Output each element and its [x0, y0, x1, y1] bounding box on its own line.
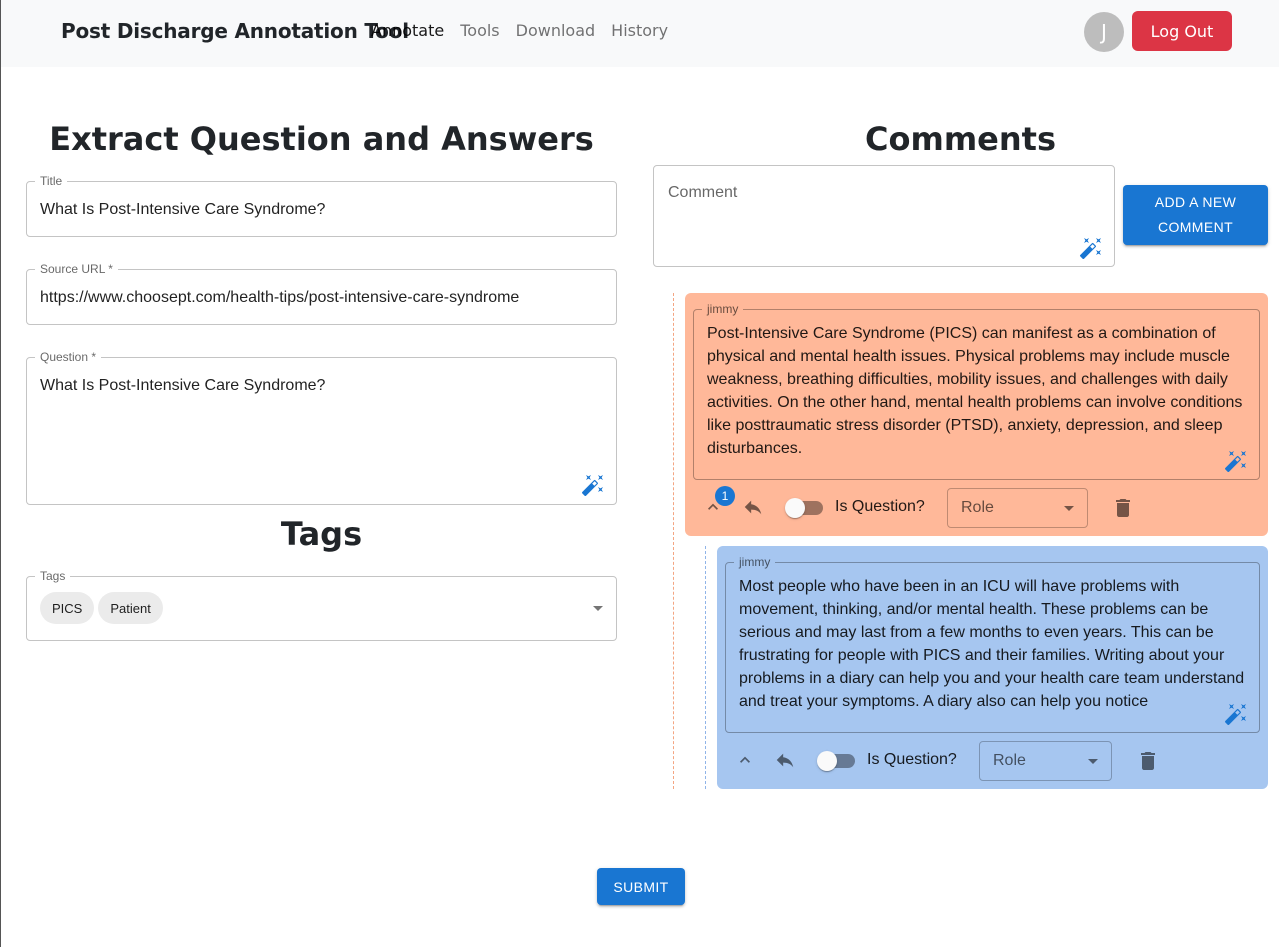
comment-card: jimmy Most people who have been in an IC… [717, 546, 1268, 789]
delete-icon[interactable] [1136, 749, 1160, 773]
magic-wand-icon[interactable] [581, 473, 605, 497]
title-field[interactable]: Title What Is Post-Intensive Care Syndro… [26, 174, 617, 237]
role-select[interactable]: Role [947, 488, 1088, 528]
reply-icon[interactable] [742, 496, 764, 518]
submit-button[interactable]: SUBMIT [597, 868, 685, 905]
thread-line-2 [705, 546, 706, 789]
title-input[interactable]: What Is Post-Intensive Care Syndrome? [40, 200, 325, 220]
comments-heading: Comments [865, 120, 1056, 158]
tag-chip-patient[interactable]: Patient [98, 592, 163, 624]
is-question-toggle[interactable] [785, 498, 823, 518]
brand[interactable]: Post Discharge Annotation Tool [61, 19, 409, 43]
is-question-label: Is Question? [867, 751, 957, 768]
magic-wand-icon[interactable] [1224, 449, 1248, 473]
comment-text[interactable]: Post-Intensive Care Syndrome (PICS) can … [707, 322, 1252, 472]
logout-button[interactable]: Log Out [1132, 11, 1232, 51]
magic-wand-icon[interactable] [1224, 702, 1248, 726]
comment-text-field[interactable]: jimmy Most people who have been in an IC… [725, 555, 1260, 733]
comment-author: jimmy [734, 555, 776, 569]
role-select-value: Role [993, 752, 1026, 769]
source-url-label: Source URL * [35, 262, 118, 276]
tags-heading: Tags [280, 515, 363, 553]
navbar: Post Discharge Annotation Tool Annotate … [1, 0, 1279, 67]
tags-field[interactable]: Tags PICS Patient [26, 569, 617, 641]
comment-placeholder: Comment [668, 184, 738, 201]
nav-link-download[interactable]: Download [516, 21, 596, 40]
question-input[interactable]: What Is Post-Intensive Care Syndrome? [40, 376, 325, 396]
comment-text[interactable]: Most people who have been in an ICU will… [739, 575, 1251, 713]
source-url-field[interactable]: Source URL * https://www.choosept.com/he… [26, 262, 617, 325]
thread-line-1 [673, 293, 674, 789]
comment-input[interactable]: Comment [653, 165, 1115, 267]
role-select-value: Role [961, 499, 994, 516]
add-comment-label-1: ADD A NEW [1154, 194, 1237, 210]
magic-wand-icon[interactable] [1079, 236, 1103, 260]
toggle-knob [785, 498, 805, 518]
tags-dropdown-icon[interactable] [593, 606, 603, 611]
question-label: Question * [35, 350, 102, 364]
tag-chips: PICS Patient [40, 592, 167, 624]
toggle-knob [817, 751, 837, 771]
reply-icon[interactable] [774, 749, 796, 771]
source-url-input[interactable]: https://www.choosept.com/health-tips/pos… [40, 288, 519, 308]
title-label: Title [35, 174, 68, 188]
reply-count-badge: 1 [715, 486, 735, 506]
is-question-toggle[interactable] [817, 751, 855, 771]
avatar[interactable]: J [1084, 12, 1124, 52]
chevron-down-icon [1088, 759, 1098, 764]
nav-link-annotate[interactable]: Annotate [371, 21, 444, 40]
add-comment-button[interactable]: ADD A NEW COMMENT [1123, 185, 1268, 245]
add-comment-label-2: COMMENT [1157, 219, 1234, 235]
comment-card: jimmy Post-Intensive Care Syndrome (PICS… [685, 293, 1268, 536]
is-question-label: Is Question? [835, 498, 925, 515]
chevron-up-icon[interactable] [735, 750, 755, 770]
role-select[interactable]: Role [979, 741, 1112, 781]
chevron-down-icon [1064, 506, 1074, 511]
nav-links: Annotate Tools Download History [371, 21, 684, 40]
extract-heading: Extract Question and Answers [49, 120, 594, 158]
nav-link-tools[interactable]: Tools [460, 21, 499, 40]
comment-author: jimmy [702, 302, 744, 316]
tag-chip-pics[interactable]: PICS [40, 592, 95, 624]
comment-text-field[interactable]: jimmy Post-Intensive Care Syndrome (PICS… [693, 302, 1260, 480]
nav-link-history[interactable]: History [611, 21, 668, 40]
tags-label: Tags [35, 569, 71, 583]
question-field[interactable]: Question * What Is Post-Intensive Care S… [26, 350, 617, 505]
delete-icon[interactable] [1111, 496, 1135, 520]
